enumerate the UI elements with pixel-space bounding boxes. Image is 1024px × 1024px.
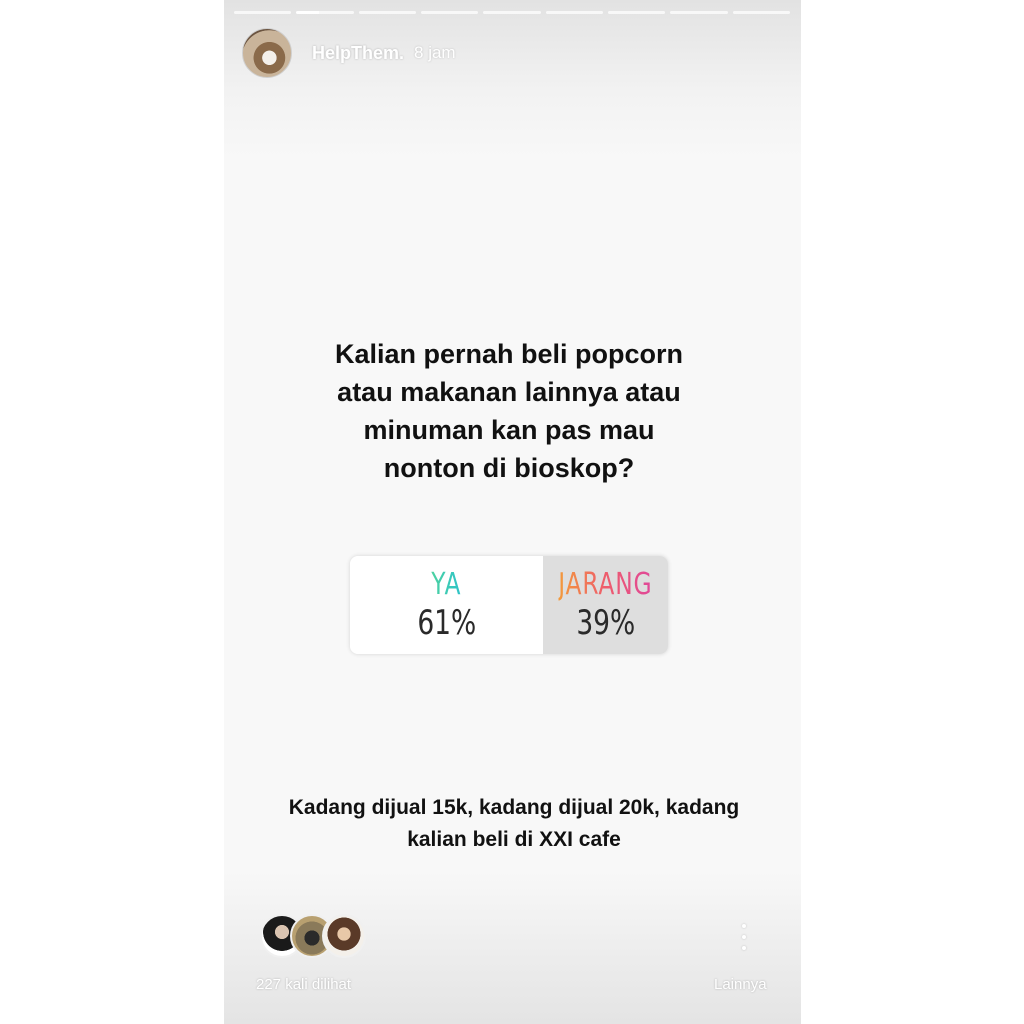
post-timestamp: 8 jam	[414, 43, 456, 62]
story-caption-text: Kadang dijual 15k, kadang dijual 20k, ka…	[288, 796, 740, 851]
story-progress-bar	[234, 11, 790, 14]
progress-segment	[420, 11, 479, 14]
poll-option-jarang[interactable]: JARANG 39%	[543, 556, 668, 654]
dot	[742, 946, 746, 950]
poll-option-ya[interactable]: YA 61%	[350, 556, 543, 654]
poll-sticker: YA 61% JARANG 39%	[350, 556, 668, 654]
more-vertical-icon[interactable]	[740, 924, 748, 950]
viewer-avatars[interactable]	[260, 914, 370, 958]
story-header: HelpThem. 8 jam	[242, 28, 456, 78]
progress-segment	[358, 11, 416, 14]
dot	[742, 924, 746, 928]
progress-segment	[670, 11, 728, 14]
poll-option-percent: 39%	[576, 603, 635, 643]
progress-segment	[545, 11, 603, 14]
viewer-avatar	[322, 914, 366, 958]
progress-segment-active	[296, 11, 354, 14]
username[interactable]: HelpThem.	[312, 43, 404, 64]
progress-segment	[607, 11, 666, 14]
poll-option-label: YA	[431, 567, 462, 602]
poll-option-label: JARANG	[558, 567, 653, 602]
story-frame: HelpThem. 8 jam Kalian pernah beli popco…	[224, 0, 801, 1024]
progress-segment	[732, 11, 790, 14]
progress-segment	[483, 11, 541, 14]
view-count[interactable]: 227 kali dilihat	[256, 976, 351, 993]
progress-segment	[234, 11, 292, 14]
story-question-text: Kalian pernah beli popcorn atau makanan …	[334, 339, 684, 483]
more-options-label[interactable]: Lainnya	[714, 976, 767, 993]
dot	[742, 935, 746, 939]
profile-avatar[interactable]	[242, 28, 292, 78]
poll-option-percent: 61%	[417, 603, 476, 643]
